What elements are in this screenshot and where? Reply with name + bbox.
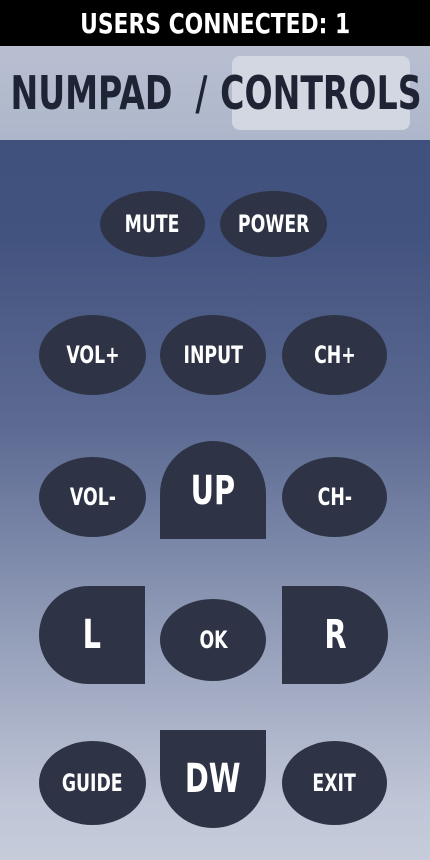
volume-down-button[interactable]: VOL-	[39, 457, 146, 537]
input-button[interactable]: INPUT	[160, 315, 266, 395]
left-button-label: L	[82, 612, 102, 658]
guide-button[interactable]: GUIDE	[39, 741, 146, 825]
tab-numpad-label: NUMPAD	[10, 66, 172, 120]
channel-down-label: CH-	[317, 483, 352, 511]
ok-button[interactable]: OK	[160, 599, 266, 681]
volume-up-button[interactable]: VOL+	[39, 315, 146, 395]
channel-down-button[interactable]: CH-	[282, 457, 387, 537]
right-button[interactable]: R	[282, 586, 388, 684]
guide-button-label: GUIDE	[62, 769, 123, 797]
volume-up-label: VOL+	[65, 341, 120, 369]
down-button-label: DW	[185, 756, 241, 802]
users-connected-bar: USERS CONNECTED: 1	[0, 0, 430, 46]
down-button[interactable]: DW	[160, 730, 266, 828]
tab-separator-label: /	[194, 66, 208, 120]
exit-button-label: EXIT	[312, 769, 357, 797]
mute-button-label: MUTE	[125, 210, 180, 238]
mode-tabs: NUMPAD / CONTROLS	[0, 46, 430, 140]
exit-button[interactable]: EXIT	[282, 741, 387, 825]
tab-separator: /	[178, 56, 224, 130]
volume-down-label: VOL-	[69, 483, 116, 511]
power-button[interactable]: POWER	[220, 191, 327, 257]
power-button-label: POWER	[237, 210, 310, 238]
up-button-label: UP	[190, 468, 236, 514]
mute-button[interactable]: MUTE	[100, 191, 205, 257]
left-button[interactable]: L	[39, 586, 145, 684]
channel-up-button[interactable]: CH+	[282, 315, 387, 395]
ok-button-label: OK	[198, 626, 228, 654]
up-button[interactable]: UP	[160, 441, 266, 539]
tab-controls[interactable]: CONTROLS	[220, 56, 422, 130]
right-button-label: R	[323, 612, 347, 658]
channel-up-label: CH+	[313, 341, 356, 369]
tab-controls-label: CONTROLS	[220, 66, 422, 120]
input-button-label: INPUT	[183, 341, 243, 369]
users-connected-text: USERS CONNECTED: 1	[79, 6, 351, 40]
tab-numpad[interactable]: NUMPAD	[6, 56, 176, 130]
